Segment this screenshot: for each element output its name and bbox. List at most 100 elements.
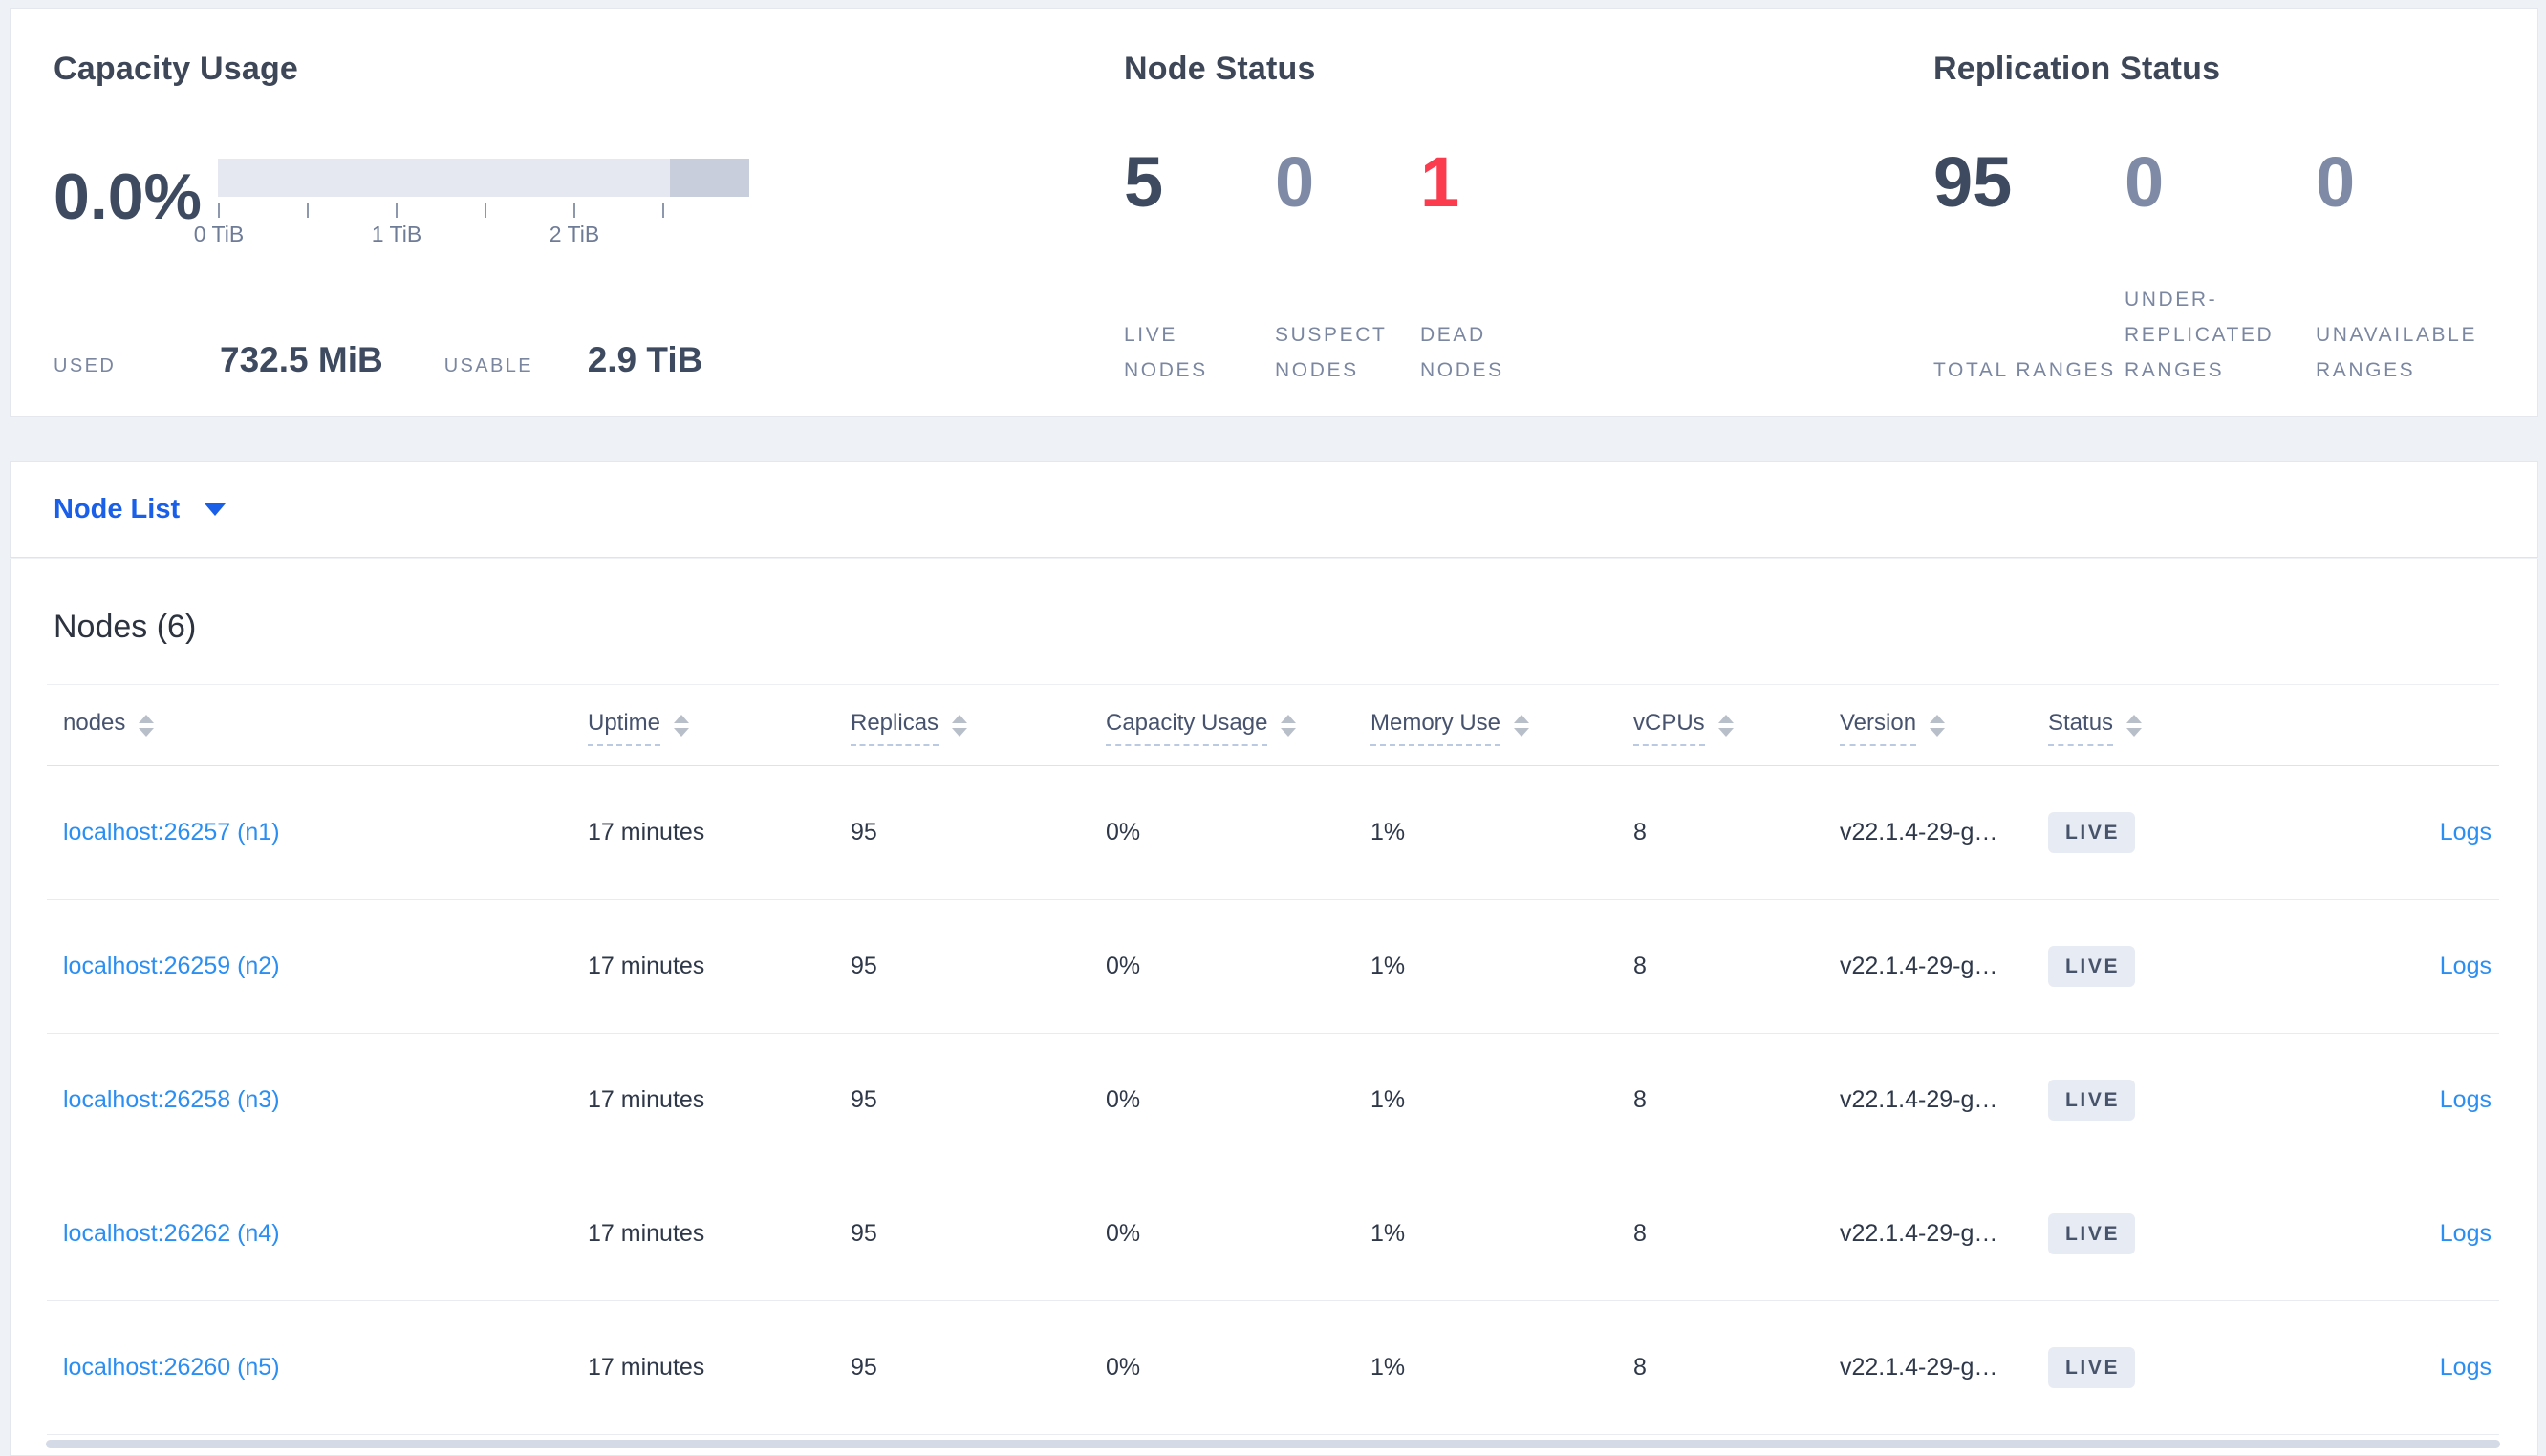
memory-cell: 1% <box>1370 1220 1406 1247</box>
capacity-cell: 0% <box>1106 953 1141 979</box>
total-ranges-value: 95 <box>1933 142 2013 222</box>
capacity-bar-chart: 0 TiB 1 TiB 2 TiB <box>194 147 753 246</box>
column-header-label: nodes <box>63 710 126 736</box>
caret-down-icon <box>205 503 227 516</box>
column-header-nodes[interactable]: nodes <box>63 710 588 746</box>
sort-icon[interactable] <box>1514 714 1530 737</box>
vcpus-cell: 8 <box>1633 1354 1647 1381</box>
used-value: 732.5 MiB <box>220 340 383 379</box>
table-row: localhost:26260 (n5) 17 minutes 95 0% 1%… <box>47 1301 2499 1435</box>
unavailable-ranges-stat: 0 UNAVAILABLE RANGES <box>2316 147 2512 388</box>
axis-tick <box>662 203 664 218</box>
logs-link[interactable]: Logs <box>2440 1220 2492 1247</box>
uptime-cell: 17 minutes <box>588 1086 705 1113</box>
used-label: USED <box>54 355 117 376</box>
sort-icon[interactable] <box>139 714 155 737</box>
node-status-title: Node Status <box>1124 51 1316 87</box>
version-cell: v22.1.4-29-g… <box>1840 1220 1998 1247</box>
axis-tick-label: 1 TiB <box>371 222 422 246</box>
uptime-cell: 17 minutes <box>588 1354 705 1381</box>
table-row: localhost:26258 (n3) 17 minutes 95 0% 1%… <box>47 1034 2499 1167</box>
node-link[interactable]: localhost:26257 (n1) <box>63 819 280 846</box>
replicas-cell: 95 <box>851 953 877 979</box>
column-header-version[interactable]: Version <box>1840 710 2048 746</box>
version-cell: v22.1.4-29-g… <box>1840 819 1998 846</box>
table-row: localhost:26259 (n2) 17 minutes 95 0% 1%… <box>47 900 2499 1034</box>
usable-value: 2.9 TiB <box>587 340 703 379</box>
uptime-cell: 17 minutes <box>588 1220 705 1247</box>
logs-link[interactable]: Logs <box>2440 1086 2492 1113</box>
column-header-status[interactable]: Status <box>2048 710 2287 746</box>
status-badge: LIVE <box>2048 812 2136 853</box>
memory-cell: 1% <box>1370 1354 1406 1381</box>
replicas-cell: 95 <box>851 819 877 846</box>
column-header-logs <box>2287 710 2499 746</box>
column-header-uptime[interactable]: Uptime <box>588 710 851 746</box>
status-badge: LIVE <box>2048 1347 2136 1388</box>
vcpus-cell: 8 <box>1633 1220 1647 1247</box>
suspect-nodes-label: SUSPECT NODES <box>1275 324 1388 381</box>
column-header-vcpus[interactable]: vCPUs <box>1633 710 1840 746</box>
column-header-label: Version <box>1840 710 1917 746</box>
sort-icon[interactable] <box>1930 714 1946 737</box>
dead-nodes-label: DEAD NODES <box>1420 324 1504 381</box>
replication-status-title: Replication Status <box>1933 51 2221 87</box>
dead-nodes-stat: 1 DEAD NODES <box>1420 147 1554 388</box>
unavailable-ranges-label: UNAVAILABLE RANGES <box>2316 324 2478 381</box>
column-header-label: Memory Use <box>1370 710 1501 746</box>
replicas-cell: 95 <box>851 1086 877 1113</box>
replication-status-panel: Replication Status 95 TOTAL RANGES 0 UND… <box>1933 9 2537 416</box>
vcpus-cell: 8 <box>1633 953 1647 979</box>
status-badge: LIVE <box>2048 1080 2136 1121</box>
memory-cell: 1% <box>1370 1086 1406 1113</box>
memory-cell: 1% <box>1370 819 1406 846</box>
column-header-label: Replicas <box>851 710 939 746</box>
total-ranges-stat: 95 TOTAL RANGES <box>1933 147 2125 388</box>
capacity-usage-title: Capacity Usage <box>54 51 299 87</box>
node-link[interactable]: localhost:26260 (n5) <box>63 1354 280 1381</box>
capacity-cell: 0% <box>1106 819 1141 846</box>
under-replicated-ranges-label: UNDER-REPLICATED RANGES <box>2125 289 2275 381</box>
vcpus-cell: 8 <box>1633 819 1647 846</box>
sort-icon[interactable] <box>1281 714 1297 737</box>
column-header-replicas[interactable]: Replicas <box>851 710 1106 746</box>
column-header-memory-use[interactable]: Memory Use <box>1370 710 1633 746</box>
logs-link[interactable]: Logs <box>2440 1354 2492 1381</box>
capacity-axis: 0 TiB 1 TiB 2 TiB <box>194 197 749 246</box>
summary-card: Capacity Usage 0.0% 0 TiB 1 TiB 2 TiB US… <box>10 8 2538 417</box>
axis-tick-label: 0 TiB <box>193 222 245 246</box>
version-cell: v22.1.4-29-g… <box>1840 1086 1998 1113</box>
node-link[interactable]: localhost:26258 (n3) <box>63 1086 280 1113</box>
axis-tick <box>307 203 309 218</box>
memory-cell: 1% <box>1370 953 1406 979</box>
node-status-panel: Node Status 5 LIVE NODES 0 SUSPECT NODES… <box>1124 9 1933 416</box>
column-header-label: Status <box>2048 710 2114 746</box>
axis-tick <box>485 203 486 218</box>
status-badge: LIVE <box>2048 946 2136 987</box>
nodes-table: nodes Uptime Replicas Capacity Usage Mem… <box>47 684 2499 1435</box>
column-header-label: Capacity Usage <box>1106 710 1268 746</box>
node-link[interactable]: localhost:26259 (n2) <box>63 953 280 979</box>
version-cell: v22.1.4-29-g… <box>1840 1354 1998 1381</box>
column-header-capacity-usage[interactable]: Capacity Usage <box>1106 710 1370 746</box>
capacity-usage-panel: Capacity Usage 0.0% 0 TiB 1 TiB 2 TiB US… <box>11 9 1124 416</box>
sort-icon[interactable] <box>952 714 968 737</box>
vcpus-cell: 8 <box>1633 1086 1647 1113</box>
capacity-bar-reserved-segment <box>670 159 749 197</box>
node-link[interactable]: localhost:26262 (n4) <box>63 1220 280 1247</box>
replicas-cell: 95 <box>851 1354 877 1381</box>
under-replicated-ranges-value: 0 <box>2125 142 2165 222</box>
logs-link[interactable]: Logs <box>2440 953 2492 979</box>
logs-link[interactable]: Logs <box>2440 819 2492 846</box>
table-row: localhost:26257 (n1) 17 minutes 95 0% 1%… <box>47 766 2499 900</box>
sort-icon[interactable] <box>2126 714 2143 737</box>
node-list-dropdown[interactable]: Node List <box>54 494 227 525</box>
axis-tick <box>573 203 575 218</box>
horizontal-scrollbar[interactable] <box>46 1440 2500 1448</box>
column-header-label: Uptime <box>588 710 661 746</box>
uptime-cell: 17 minutes <box>588 819 705 846</box>
sort-icon[interactable] <box>1717 714 1734 737</box>
live-nodes-value: 5 <box>1124 142 1164 222</box>
sort-icon[interactable] <box>674 714 690 737</box>
capacity-cell: 0% <box>1106 1354 1141 1381</box>
